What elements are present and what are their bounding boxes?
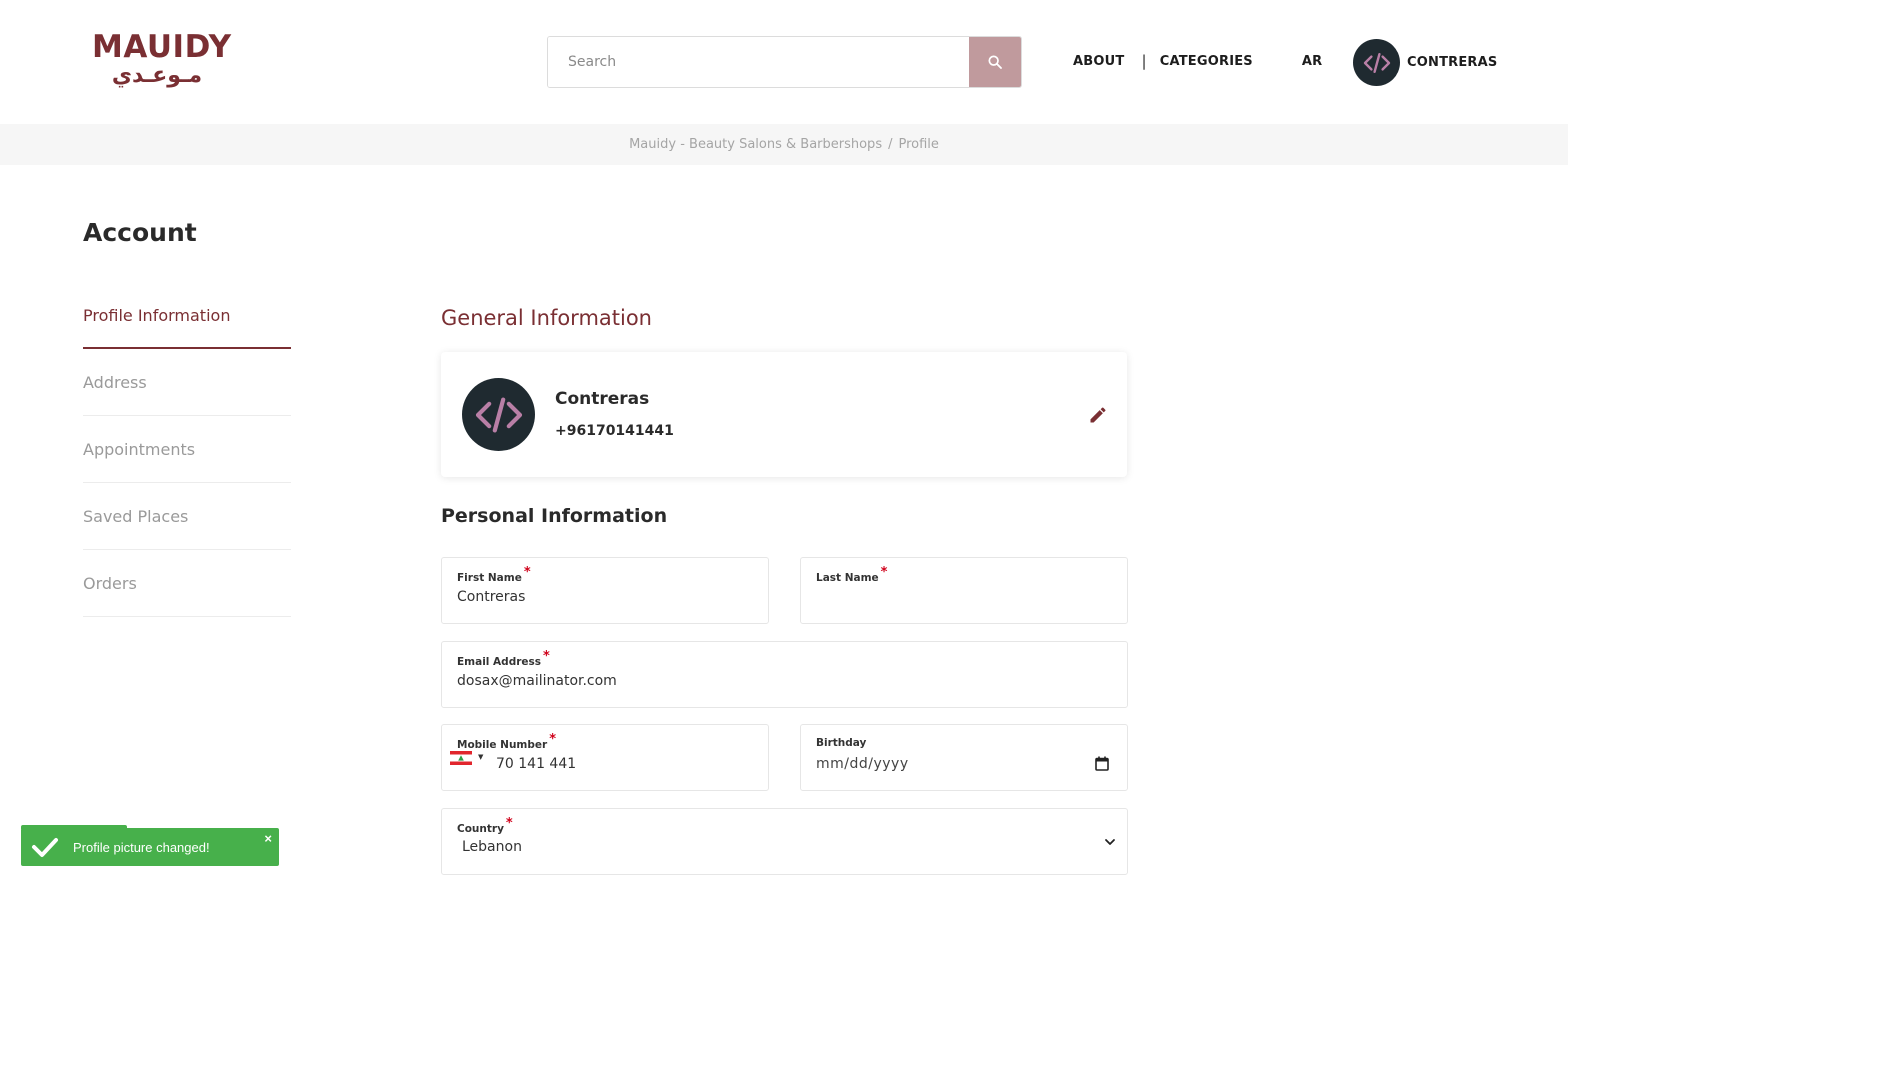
birthday-label: Birthday [816,737,867,749]
breadcrumb-home-link[interactable]: Mauidy - Beauty Salons & Barbershops [629,137,882,152]
country-label: Country * [457,816,513,835]
mobile-number-field[interactable]: Mobile Number * ▼ 70 141 441 [441,724,769,791]
last-name-label: Last Name * [816,565,888,584]
code-icon [1363,52,1390,73]
site-header: MAUIDY مـوعـدي ABOUT | CATEGORIES AR CON… [0,0,1568,124]
toast-notification: Profile picture changed! × [21,828,279,866]
breadcrumb: Mauidy - Beauty Salons & Barbershops / P… [0,124,1568,165]
search-bar [547,36,1022,88]
first-name-value[interactable]: Contreras [457,589,525,605]
email-value[interactable]: dosax@mailinator.com [457,673,617,689]
breadcrumb-separator: / [888,137,893,152]
language-switch-link[interactable]: AR [1302,54,1322,69]
side-menu-saved-places[interactable]: Saved Places [83,483,291,550]
country-select[interactable]: Country * Lebanon [441,808,1128,875]
profile-phone: +96170141441 [555,423,674,439]
account-side-menu: Profile Information Address Appointments… [83,282,291,617]
code-icon [475,397,522,432]
required-mark: * [549,732,556,747]
side-menu-appointments[interactable]: Appointments [83,416,291,483]
side-menu-address[interactable]: Address [83,349,291,416]
required-mark: * [880,565,888,580]
profile-name: Contreras [555,389,650,409]
mobile-number-label: Mobile Number * [457,732,556,751]
nav-categories-link[interactable]: CATEGORIES [1160,54,1253,69]
calendar-icon[interactable] [1095,756,1109,771]
required-mark: * [543,649,550,664]
mobile-number-value[interactable]: 70 141 441 [496,756,576,772]
checkmark-icon [32,838,58,857]
personal-information-heading: Personal Information [441,505,668,527]
chevron-down-icon[interactable] [1103,835,1117,849]
first-name-field[interactable]: First Name * Contreras [441,557,769,624]
country-value[interactable]: Lebanon [462,839,522,855]
required-mark: * [505,816,513,831]
toast-message: Profile picture changed! [73,839,210,855]
country-code-caret-icon[interactable]: ▼ [478,753,483,761]
page-title: Account [83,218,197,247]
side-menu-orders[interactable]: Orders [83,550,291,617]
logo-latin-text: MAUIDY [92,29,232,65]
user-menu[interactable]: CONTRERAS [1353,39,1497,86]
logo-arabic-text: مـوعـدي [111,63,203,88]
birthday-placeholder[interactable]: mm/dd/yyyy [816,756,909,772]
top-nav: ABOUT | CATEGORIES AR [1073,53,1322,69]
lebanon-flag-icon[interactable] [450,751,472,765]
search-button[interactable] [969,37,1021,87]
last-name-field[interactable]: Last Name * [800,557,1128,624]
breadcrumb-current: Profile [898,137,939,152]
nav-separator: | [1141,52,1147,70]
side-menu-profile-information[interactable]: Profile Information [83,282,291,349]
birthday-field[interactable]: Birthday mm/dd/yyyy [800,724,1128,791]
search-input[interactable] [548,37,969,87]
avatar [1353,39,1400,86]
toast-close-button[interactable]: × [264,831,272,846]
email-field[interactable]: Email Address * dosax@mailinator.com [441,641,1128,708]
general-information-heading: General Information [441,306,652,330]
edit-profile-button[interactable] [1088,405,1108,425]
mauidy-logo[interactable]: MAUIDY مـوعـدي [92,29,232,92]
user-name: CONTRERAS [1407,55,1498,70]
pencil-icon [1090,407,1106,423]
profile-avatar[interactable] [462,378,535,451]
profile-card: Contreras +96170141441 [441,352,1127,477]
required-mark: * [523,565,531,580]
email-label: Email Address * [457,649,550,668]
nav-about-link[interactable]: ABOUT [1073,54,1124,69]
first-name-label: First Name * [457,565,531,584]
search-icon [988,55,1002,69]
